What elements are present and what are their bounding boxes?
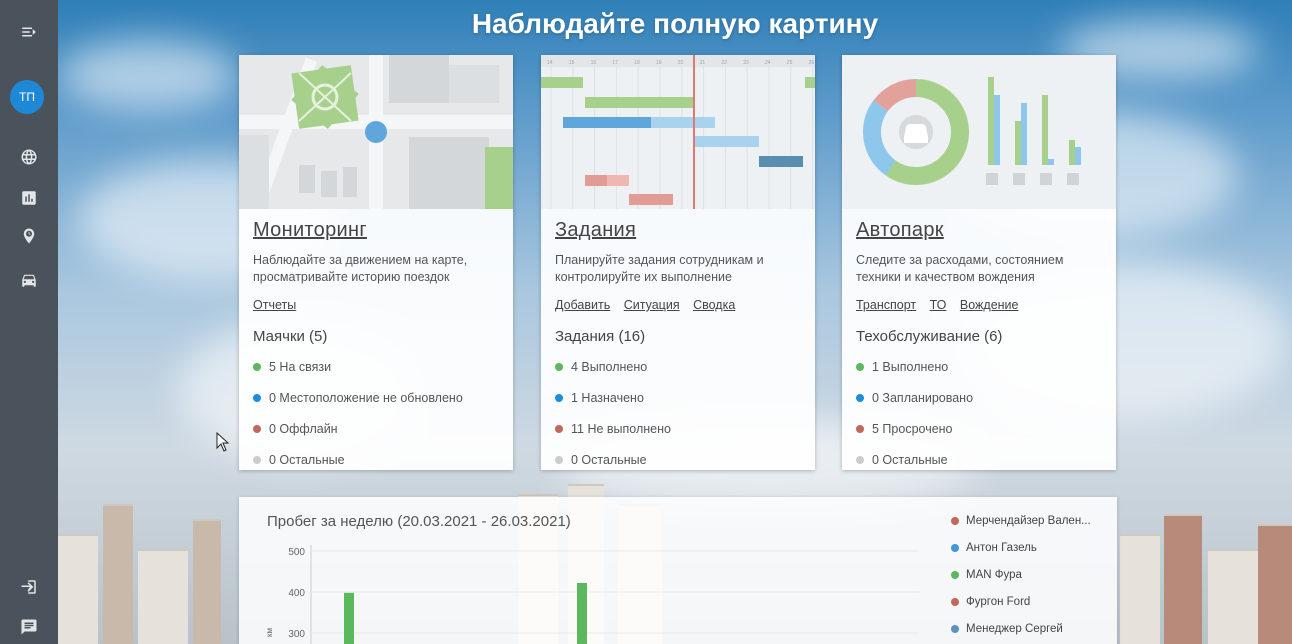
y-tick-label: 400: [288, 588, 305, 599]
status-dot-icon: [856, 362, 864, 371]
legend-dot-icon: [951, 543, 959, 552]
stat-item[interactable]: 0 Остальные: [253, 450, 499, 469]
legend-dot-icon: [951, 624, 959, 633]
legend-item[interactable]: Мерчендайзер Вален...: [951, 507, 1091, 534]
globe-icon: [21, 149, 37, 165]
chat-button[interactable]: [0, 612, 58, 642]
sidebar-item-reports[interactable]: [0, 183, 58, 213]
stat-item[interactable]: 5 На связи: [253, 357, 499, 376]
legend-dot-icon: [951, 516, 959, 525]
gantt-tick-label: 17: [612, 60, 618, 66]
gantt-illustration: 14 15 16 17 18 19 20 21 22 23 24 25 26: [541, 55, 815, 209]
legend-item[interactable]: Фургон Ford: [951, 588, 1091, 615]
card-description: Следите за расходами, состоянием техники…: [856, 253, 1064, 284]
menu-expand-icon: [22, 27, 36, 37]
gantt-tick-label: 16: [591, 60, 597, 66]
fleet-card: Автопарк Следите за расходами, состояние…: [842, 55, 1116, 470]
stat-item[interactable]: 0 Оффлайн: [253, 419, 499, 438]
reports-link[interactable]: Отчеты: [253, 298, 296, 312]
sidebar-item-tasks[interactable]: [0, 221, 58, 251]
card-title[interactable]: Автопарк: [856, 219, 1102, 242]
avatar[interactable]: ТП: [10, 80, 44, 114]
legend-item[interactable]: Менеджер Сергей: [951, 615, 1091, 642]
menu-expand-button[interactable]: [0, 17, 58, 47]
gantt-tick-label: 19: [656, 60, 662, 66]
status-dot-icon: [253, 455, 261, 464]
gantt-tick-label: 20: [678, 60, 684, 66]
gantt-tick-label: 23: [743, 60, 749, 66]
transport-link[interactable]: Транспорт: [856, 298, 916, 312]
gantt-tick-label: 18: [634, 60, 640, 66]
mouse-cursor-icon: [216, 432, 230, 452]
stat-item[interactable]: 4 Выполнено: [555, 357, 801, 376]
bar-chart-icon: [22, 191, 36, 205]
fleet-illustration: [842, 55, 1116, 209]
tasks-card: 14 15 16 17 18 19 20 21 22 23 24 25 26 Задания Плани…: [541, 55, 815, 470]
chart-title: Пробег за неделю (20.03.2021 - 26.03.202…: [267, 513, 571, 530]
map-illustration: [239, 55, 513, 209]
situation-link[interactable]: Ситуация: [624, 298, 680, 312]
chart-legend: Мерчендайзер Вален... Антон Газель MAN Ф…: [951, 507, 1091, 642]
card-title[interactable]: Мониторинг: [253, 219, 499, 242]
legend-dot-icon: [951, 597, 959, 606]
mileage-chart-panel: 300 400 500 км Пробег за неделю (20.03.2021…: [239, 497, 1117, 644]
status-dot-icon: [253, 393, 261, 402]
status-dot-icon: [555, 393, 563, 402]
status-dot-icon: [253, 424, 261, 433]
card-description: Планируйте задания сотрудникам и контрол…: [555, 253, 764, 284]
section-title: Маячки (5): [253, 328, 328, 345]
summary-link[interactable]: Сводка: [693, 298, 735, 312]
sidebar-item-fleet[interactable]: [0, 265, 58, 295]
stat-item[interactable]: 1 Назначено: [555, 388, 801, 407]
gantt-tick-label: 25: [787, 60, 793, 66]
gantt-tick-label: 24: [765, 60, 771, 66]
stat-item[interactable]: 0 Местоположение не обновлено: [253, 388, 499, 407]
clock-icon: [23, 228, 35, 244]
status-dot-icon: [555, 455, 563, 464]
chart-bar[interactable]: [344, 592, 354, 644]
sidebar: ТП: [0, 0, 58, 644]
status-dot-icon: [856, 393, 864, 402]
status-dot-icon: [555, 424, 563, 433]
gantt-tick-label: 26: [809, 60, 815, 66]
logout-button[interactable]: [0, 572, 58, 602]
gantt-tick-label: 22: [721, 60, 727, 66]
stat-item[interactable]: 0 Запланировано: [856, 388, 1102, 407]
gantt-tick-label: 15: [569, 60, 575, 66]
stat-item[interactable]: 1 Выполнено: [856, 357, 1102, 376]
status-dot-icon: [856, 424, 864, 433]
stat-item[interactable]: 0 Остальные: [856, 450, 1102, 469]
gantt-tick-label: 14: [547, 60, 553, 66]
page-title: Наблюдайте полную картину: [471, 8, 879, 39]
y-tick-label: 300: [288, 629, 305, 640]
status-dot-icon: [555, 362, 563, 371]
chart-bar[interactable]: [577, 582, 587, 644]
legend-item[interactable]: Антон Газель: [951, 534, 1091, 561]
y-axis-label: км: [265, 628, 274, 637]
add-task-link[interactable]: Добавить: [555, 298, 610, 312]
stat-item[interactable]: 0 Остальные: [555, 450, 801, 469]
gantt-tick-label: 21: [700, 60, 706, 66]
stat-item[interactable]: 5 Просрочено: [856, 419, 1102, 438]
monitoring-card: Мониторинг Наблюдайте за движением на ка…: [239, 55, 513, 470]
legend-item[interactable]: MAN Фура: [951, 561, 1091, 588]
driving-link[interactable]: Вождение: [960, 298, 1019, 312]
section-title: Техобслуживание (6): [856, 328, 1003, 345]
section-title: Задания (16): [555, 328, 646, 345]
chat-icon: [21, 619, 37, 635]
y-tick-label: 500: [288, 547, 305, 558]
stat-item[interactable]: 11 Не выполнено: [555, 419, 801, 438]
legend-dot-icon: [951, 570, 959, 579]
car-icon: [22, 274, 36, 287]
logout-icon: [21, 580, 36, 594]
sidebar-item-monitoring[interactable]: [0, 142, 58, 172]
status-dot-icon: [856, 455, 864, 464]
maintenance-link[interactable]: ТО: [930, 298, 947, 312]
card-description: Наблюдайте за движением на карте, просма…: [253, 253, 468, 284]
card-title[interactable]: Задания: [555, 219, 801, 242]
status-dot-icon: [253, 362, 261, 371]
